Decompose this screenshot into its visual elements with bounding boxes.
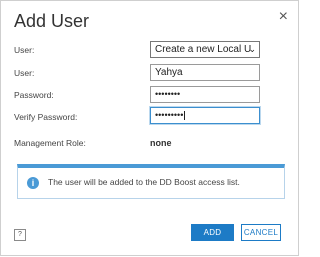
user-label: User:	[14, 68, 35, 78]
add-button[interactable]: ADD	[191, 224, 234, 241]
verify-password-label: Verify Password:	[14, 112, 78, 122]
dialog-title: Add User	[14, 11, 90, 31]
verify-password-input[interactable]: •••••••••	[150, 107, 260, 124]
info-text: The user will be added to the DD Boost a…	[48, 177, 240, 187]
info-icon: i	[27, 177, 39, 189]
password-value: ••••••••	[155, 89, 181, 99]
chevron-down-icon: ⌄	[248, 44, 256, 54]
add-user-dialog: Add User × User: Create a new Local U ⌄ …	[0, 0, 299, 256]
cancel-button[interactable]: CANCEL	[241, 224, 281, 241]
close-icon[interactable]: ×	[279, 9, 288, 25]
management-role-value: none	[150, 138, 172, 148]
user-name-input[interactable]: Yahya	[150, 64, 260, 81]
user-type-label: User:	[14, 45, 35, 55]
management-role-label: Management Role:	[14, 138, 86, 148]
info-banner: i The user will be added to the DD Boost…	[17, 164, 285, 199]
password-label: Password:	[14, 90, 54, 100]
user-name-value: Yahya	[155, 67, 183, 78]
user-type-value: Create a new Local U	[155, 44, 252, 55]
help-icon[interactable]: ?	[14, 229, 26, 241]
verify-password-value: •••••••••	[155, 110, 184, 120]
user-type-select[interactable]: Create a new Local U ⌄	[150, 41, 260, 58]
text-caret	[184, 111, 186, 121]
password-input[interactable]: ••••••••	[150, 86, 260, 103]
